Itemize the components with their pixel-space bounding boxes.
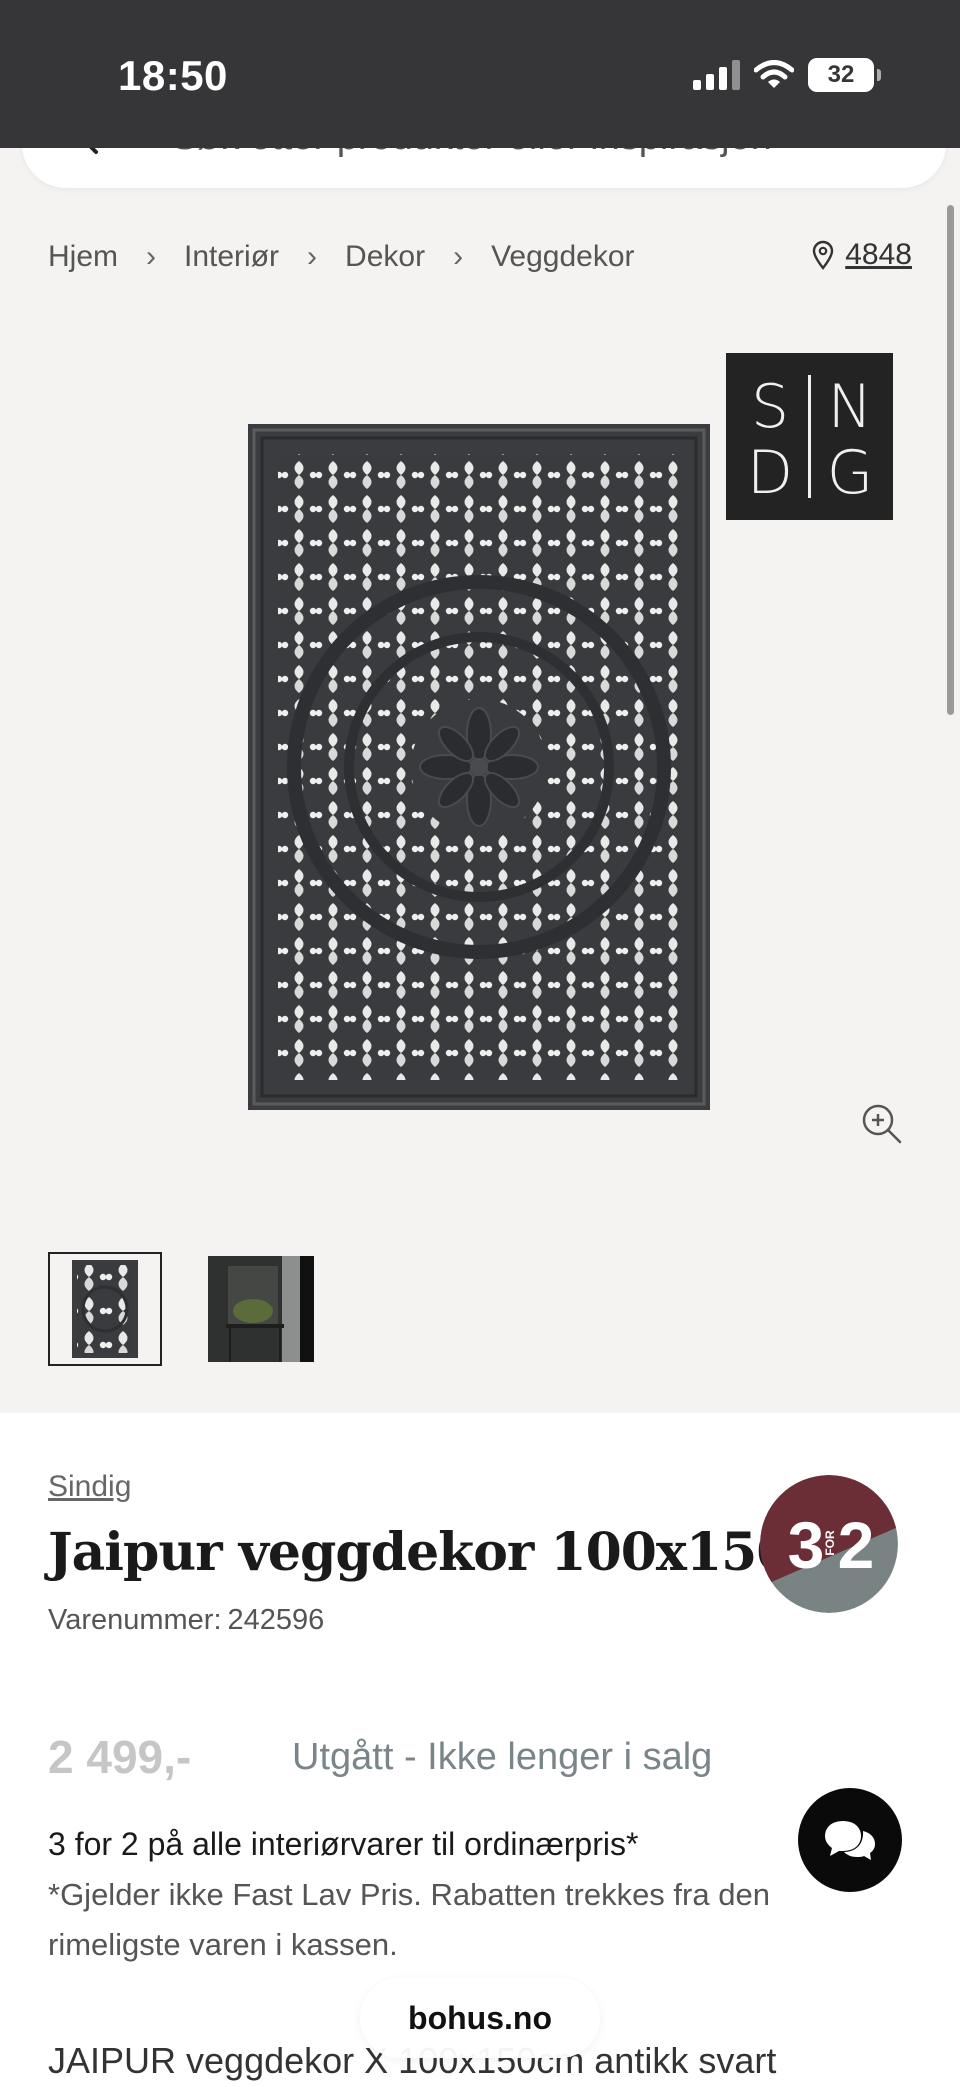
- chat-button[interactable]: [798, 1788, 902, 1892]
- promo-big-right: 2: [838, 1508, 875, 1582]
- thumbnail-image: [72, 1260, 138, 1358]
- chevron-right-icon: ›: [146, 240, 157, 273]
- logo-letter: D: [747, 438, 793, 508]
- offer-note: *Gjelder ikke Fast Lav Pris. Rabatten tr…: [48, 1877, 770, 1962]
- chat-bubble-icon: [825, 1821, 875, 1860]
- availability-status: Utgått - Ikke lenger i salg: [292, 1736, 713, 1778]
- price: 2 499,-: [48, 1731, 192, 1783]
- offer-title: 3 for 2 på alle interiørvarer til ordinæ…: [48, 1826, 639, 1862]
- promo-badge-3-for-2: 3 FOR 2: [760, 1475, 898, 1613]
- status-icons: 32: [693, 58, 881, 92]
- wifi-icon: [754, 60, 794, 88]
- battery-icon: 32: [808, 58, 881, 92]
- status-bar: 18:50 32: [0, 0, 960, 148]
- promo-big-left: 3: [788, 1508, 825, 1582]
- product-gallery: Søk etter produkter eller inspirasjon Hj…: [0, 138, 960, 1413]
- breadcrumb-item-interior[interactable]: Interiør: [184, 240, 279, 274]
- product-title: Jaipur veggdekor 100x150: [48, 1522, 792, 1583]
- logo-letter: S: [751, 372, 789, 442]
- store-code-link[interactable]: 4848: [845, 238, 912, 272]
- breadcrumb: Hjem › Interiør › Dekor › Veggdekor: [48, 240, 635, 274]
- product-main-image[interactable]: [248, 424, 710, 1110]
- thumbnail-image: [208, 1256, 314, 1362]
- logo-letter: N: [828, 372, 873, 442]
- battery-level: 32: [827, 61, 855, 88]
- brand-link[interactable]: Sindig: [48, 1470, 131, 1504]
- chevron-right-icon: ›: [453, 240, 464, 273]
- thumbnail-1[interactable]: [48, 1252, 162, 1366]
- location-pin-icon: [813, 240, 834, 270]
- thumbnail-2[interactable]: [204, 1252, 318, 1366]
- breadcrumb-item-wall-decor[interactable]: Veggdekor: [491, 240, 634, 274]
- sku-value: 242596: [227, 1604, 325, 1636]
- breadcrumb-item-decor[interactable]: Dekor: [345, 240, 425, 274]
- promo-small: FOR: [823, 1530, 837, 1556]
- status-time: 18:50: [118, 52, 228, 99]
- chevron-right-icon: ›: [307, 240, 318, 273]
- sku: Varenummer: 242596: [48, 1604, 324, 1637]
- sku-label: Varenummer:: [48, 1604, 222, 1636]
- browser-domain-pill[interactable]: bohus.no: [360, 1978, 600, 2058]
- store-selector[interactable]: 4848: [811, 238, 912, 272]
- brand-logo: S N D G: [726, 353, 893, 520]
- logo-letter: G: [827, 438, 874, 508]
- scrollbar[interactable]: [947, 205, 954, 715]
- breadcrumb-item-home[interactable]: Hjem: [48, 240, 118, 274]
- zoom-in-icon[interactable]: [858, 1100, 906, 1148]
- cellular-signal-icon: [693, 60, 740, 90]
